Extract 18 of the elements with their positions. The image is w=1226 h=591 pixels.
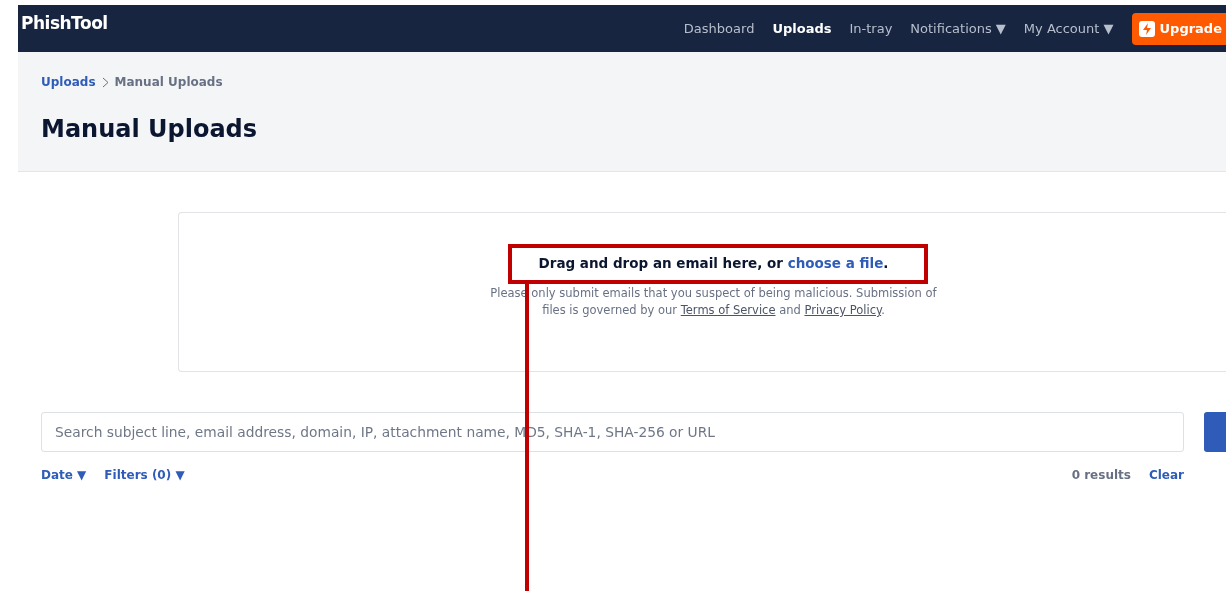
page-title: Manual Uploads — [41, 115, 259, 143]
filter-dropdown[interactable]: Date ▼ — [41, 468, 87, 482]
link[interactable]: choose a file — [787, 255, 884, 271]
nav-link[interactable]: In-tray — [849, 21, 893, 36]
breadcrumb-current: Manual Uploads — [114, 75, 223, 89]
breadcrumb-link[interactable]: Uploads — [41, 75, 96, 89]
nav-link[interactable]: Dashboard — [683, 21, 755, 36]
dropzone-headline: Drag and drop an email here, or choose a file. — [538, 255, 889, 271]
clear-link[interactable]: Clear — [1148, 468, 1184, 482]
link[interactable]: Terms of Service — [680, 303, 776, 317]
nav-link[interactable]: Uploads — [772, 21, 832, 36]
chevron-right-icon — [101, 76, 109, 88]
nav-link[interactable]: Notifications ▼ — [910, 21, 1006, 36]
nav-link[interactable]: My Account ▼ — [1023, 21, 1114, 36]
filter-dropdown[interactable]: Filters (0) ▼ — [104, 468, 185, 482]
brand-logo[interactable]: PhishTool — [21, 12, 108, 33]
results-count: 0 results — [1071, 468, 1131, 482]
lightning-icon — [1138, 20, 1155, 37]
